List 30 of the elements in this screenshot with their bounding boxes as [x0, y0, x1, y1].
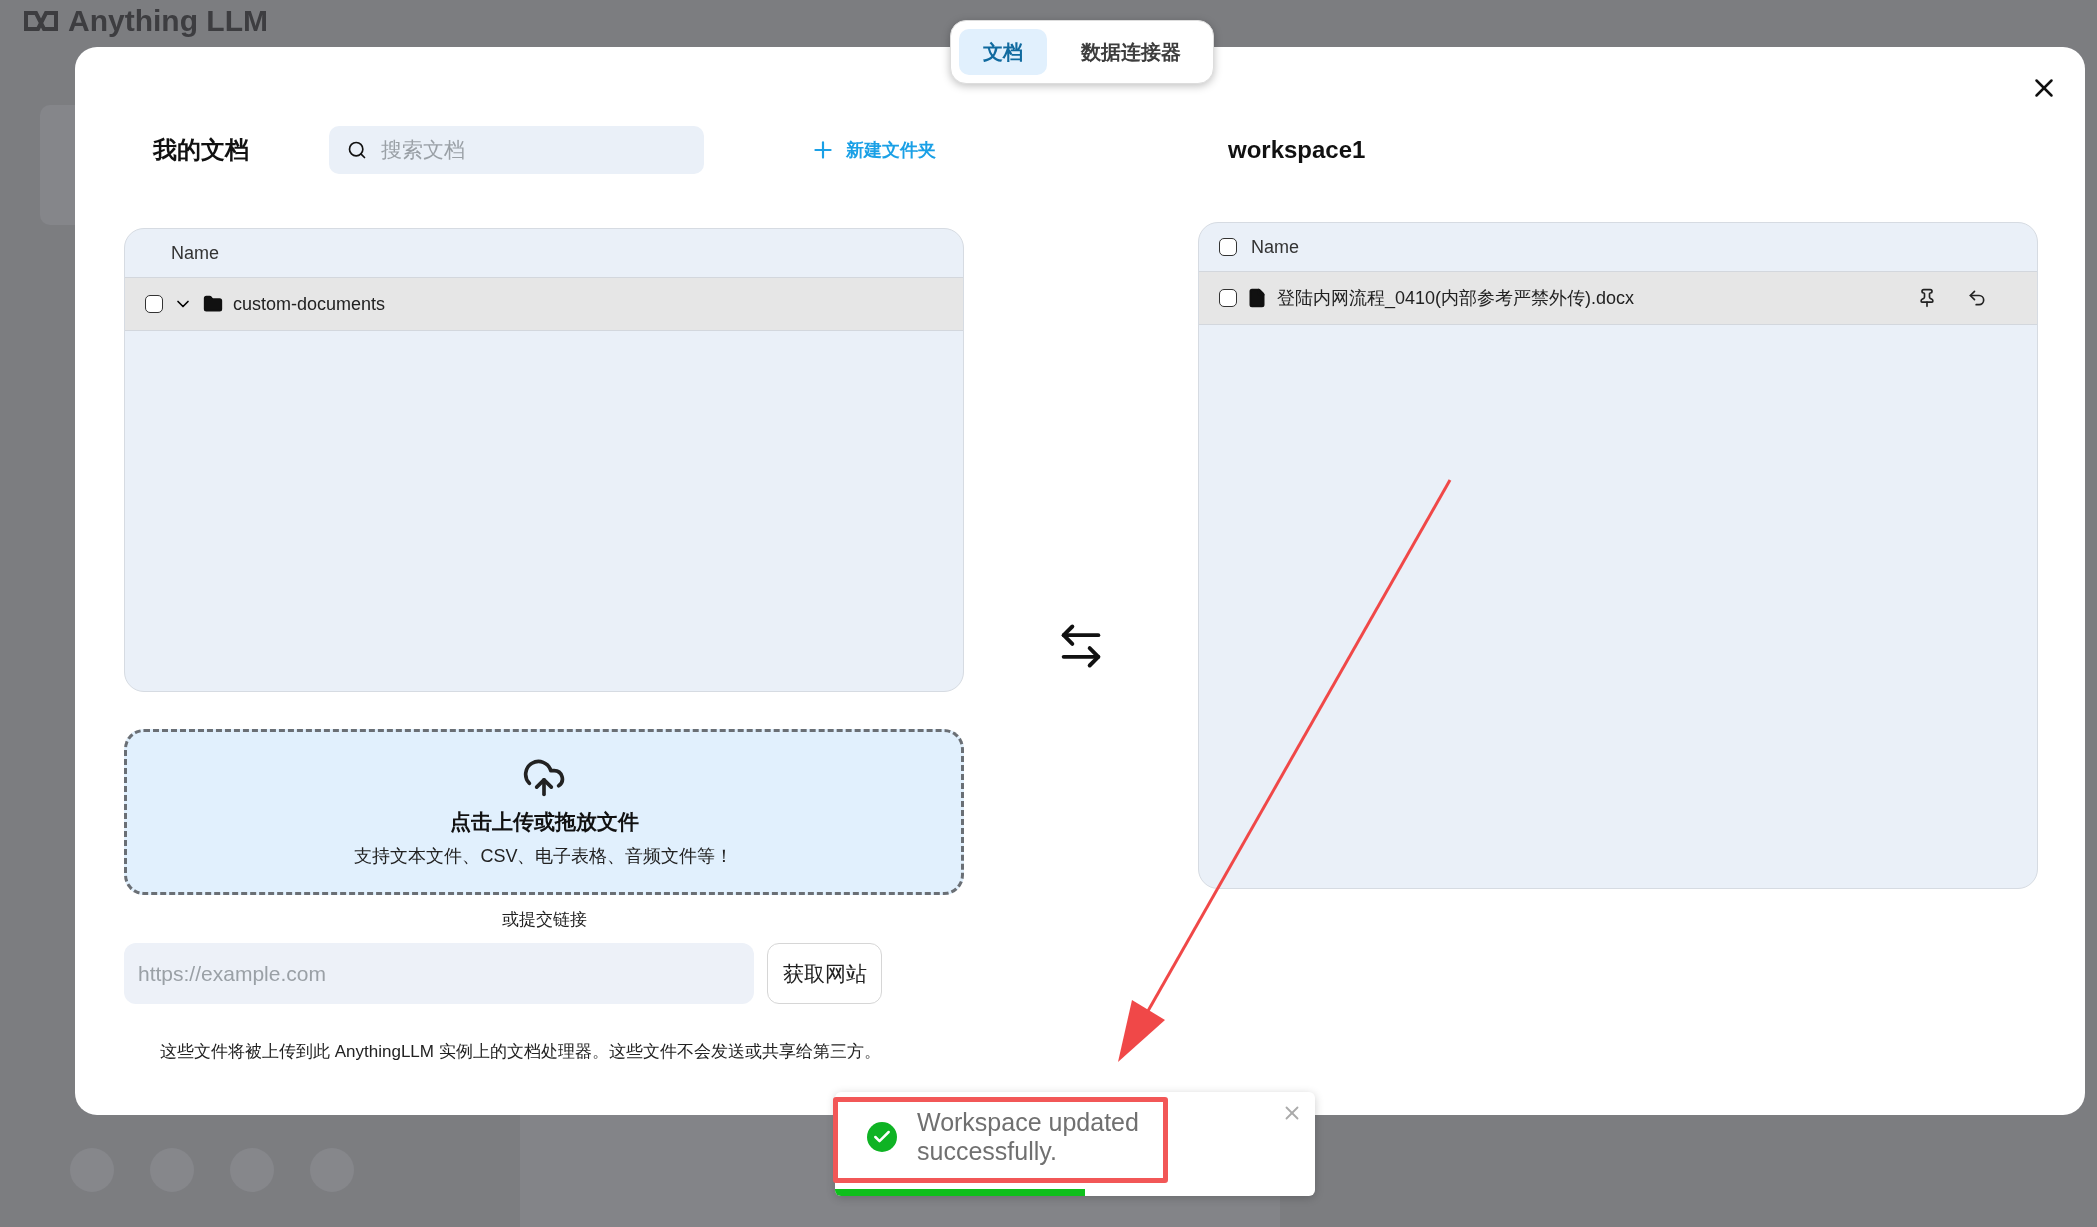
checkbox[interactable]	[1219, 289, 1237, 307]
url-field[interactable]: https://example.com	[124, 943, 754, 1004]
checkbox[interactable]	[145, 295, 163, 313]
check-circle-icon	[867, 1121, 897, 1152]
app-logo: Anything LLM	[68, 4, 268, 38]
panel-title: 我的文档	[153, 135, 249, 165]
search-field[interactable]: 搜索文档	[329, 126, 704, 174]
column-header: Name	[1251, 236, 1299, 258]
file-name: 登陆内网流程_0410(内部参考严禁外传).docx	[1277, 287, 1635, 310]
document-icon	[1247, 288, 1267, 308]
undo-icon[interactable]	[1967, 288, 1987, 308]
upload-title: 点击上传或拖放文件	[449, 809, 639, 835]
pin-icon[interactable]	[1917, 288, 1937, 308]
tab[interactable]: 文档	[959, 29, 1047, 75]
upload-dropzone[interactable]: 点击上传或拖放文件 支持文本文件、CSV、电子表格、音频文件等！	[124, 729, 964, 895]
workspace-title: workspace1	[1228, 136, 1366, 164]
search-icon	[347, 140, 367, 160]
folder-icon	[203, 294, 223, 314]
table-row[interactable]: 登陆内网流程_0410(内部参考严禁外传).docx	[1199, 272, 2037, 325]
file-name: custom-documents	[233, 293, 386, 315]
toast-message: Workspace updated successfully.	[917, 1108, 1140, 1166]
fetch-website-button[interactable]: 获取网站	[767, 943, 882, 1004]
upload-hint: 支持文本文件、CSV、电子表格、音频文件等！	[354, 845, 734, 868]
logo-icon	[24, 10, 60, 32]
column-header: Name	[171, 242, 219, 264]
or-link-label: 或提交链接	[500, 909, 588, 931]
tab[interactable]: 数据连接器	[1057, 29, 1205, 75]
table-row[interactable]: custom-documents	[125, 278, 963, 331]
privacy-notice: 这些文件将被上传到此 AnythingLLM 实例上的文档处理器。这些文件不会发送或共享给第三方。	[159, 1041, 882, 1063]
checkbox[interactable]	[1219, 238, 1237, 256]
